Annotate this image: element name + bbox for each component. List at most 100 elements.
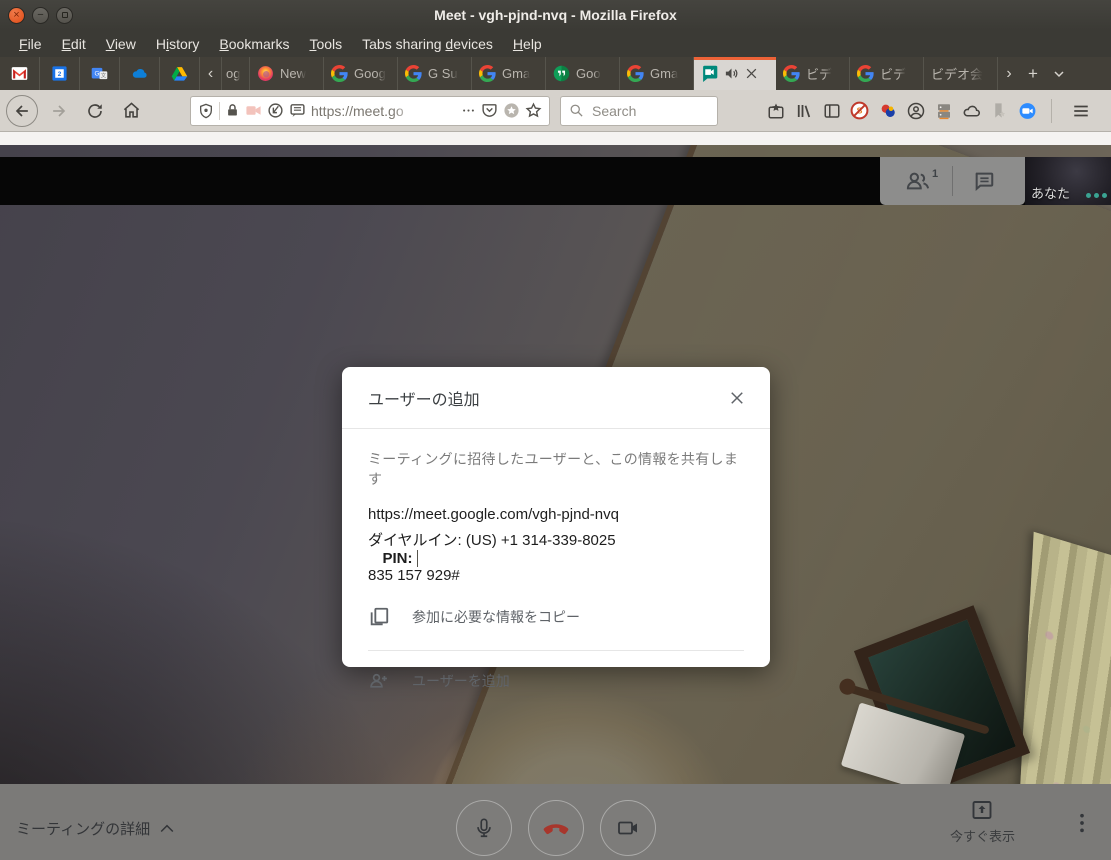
disabled-bookmark-extension-icon[interactable] [990,101,1009,120]
meeting-top-panel: 1 [880,157,1025,205]
tab-meet-active[interactable] [694,57,776,90]
bookmark-star-icon[interactable] [525,102,542,119]
pinned-tab-onedrive[interactable] [120,57,160,90]
self-view-thumbnail[interactable]: あなた [1025,157,1111,205]
forward-button[interactable] [44,96,74,126]
colorful-extension-icon[interactable] [878,101,897,120]
tab-video-1[interactable]: ビデ [776,57,850,90]
menu-history[interactable]: History [147,33,209,55]
camera-button[interactable] [600,800,656,856]
tab-new[interactable]: New [250,57,324,90]
google-icon [405,65,422,82]
sidebar-button[interactable] [822,101,841,120]
participants-button[interactable]: 1 [890,170,952,192]
google-icon [857,65,874,82]
menu-tools[interactable]: Tools [300,33,351,55]
forward-icon [49,101,69,121]
notification-permission-icon[interactable] [289,102,306,119]
tab-gmail-1[interactable]: Gma [472,57,546,90]
new-tab-button[interactable]: + [1020,57,1046,90]
reload-button[interactable] [80,96,110,126]
chevron-up-icon [160,823,174,833]
menu-edit[interactable]: Edit [53,33,95,55]
autoplay-blocked-icon[interactable] [267,102,284,119]
library-button[interactable] [794,101,813,120]
app-menu-button[interactable] [1066,96,1096,126]
home-button[interactable] [116,96,146,126]
cloud-extension-icon[interactable] [962,101,981,120]
zoom-extension-icon[interactable] [1018,101,1037,120]
meeting-bottom-bar: ミーティングの詳細 今すぐ表示 [0,784,1111,860]
search-input[interactable] [590,102,690,120]
tab-overflow[interactable]: og [222,57,250,90]
star-circle-icon[interactable] [503,102,520,119]
search-icon [569,103,584,118]
pinned-tab-translate[interactable]: G文 [80,57,120,90]
tab-audio-playing-icon[interactable] [724,66,739,81]
list-all-tabs-button[interactable] [1046,57,1072,90]
bookmark-badge-button[interactable] [766,101,785,120]
address-bar[interactable]: https://meet.go [190,96,550,126]
menu-view[interactable]: View [97,33,145,55]
lock-icon[interactable] [225,103,240,118]
chat-icon [972,170,996,192]
tab-video-3[interactable]: ビデオ会 [924,57,998,90]
add-users-label: ユーザーを追加 [412,671,510,691]
noscript-extension-icon[interactable]: S [850,101,869,120]
svg-text:2: 2 [58,71,62,78]
dialog-close-button[interactable] [728,389,746,407]
add-users-dialog: ユーザーの追加 ミーティングに招待したユーザーと、この情報を共有します http… [342,367,770,667]
tab-gsuite[interactable]: G Su [398,57,472,90]
tab-hangouts[interactable]: Goo [546,57,620,90]
microphone-button[interactable] [456,800,512,856]
meeting-details-button[interactable]: ミーティングの詳細 [16,818,174,839]
window-maximize-button[interactable] [56,7,73,24]
hang-up-button[interactable] [528,800,584,856]
tab-scroll-right-button[interactable]: › [998,57,1020,90]
onedrive-icon [131,65,148,82]
page-actions-icon[interactable] [461,103,476,118]
tab-close-icon[interactable] [745,67,758,80]
calendar-icon: 2 [51,65,68,82]
search-bar[interactable] [560,96,718,126]
url-text[interactable]: https://meet.go [311,103,419,119]
hamburger-icon [1072,102,1090,120]
present-icon [970,798,994,822]
pinned-tab-drive[interactable] [160,57,200,90]
gmail-icon [11,65,28,82]
meeting-link-text: https://meet.google.com/vgh-pjnd-nvq [368,506,744,523]
copy-icon [368,606,390,628]
menu-tabs-sharing-devices[interactable]: Tabs sharing devices [353,33,502,55]
dial-in-text: ダイヤルイン: (US) +1 314-339-8025 PIN: 835 15… [368,529,744,584]
window-minimize-button[interactable]: − [32,7,49,24]
hang-up-icon [541,813,571,843]
menu-help[interactable]: Help [504,33,551,55]
copy-joining-info-button[interactable]: 参加に必要な情報をコピー [368,606,744,628]
camera-icon [616,816,640,840]
camera-in-use-icon[interactable] [245,102,262,119]
navigation-toolbar: https://meet.go S [0,90,1111,132]
meeting-details-label: ミーティングの詳細 [16,818,150,839]
tab-scroll-left-button[interactable]: ‹ [200,57,222,90]
server-extension-icon[interactable] [934,101,953,120]
back-button[interactable] [6,95,38,127]
tab-video-2[interactable]: ビデ [850,57,924,90]
tab-gmail-2[interactable]: Gma [620,57,694,90]
toolbar-divider [1051,99,1052,123]
google-icon [331,65,348,82]
menu-bookmarks[interactable]: Bookmarks [210,33,298,55]
account-extension-icon[interactable] [906,101,925,120]
more-options-button[interactable] [1075,812,1089,839]
pocket-icon[interactable] [481,102,498,119]
pinned-tab-calendar[interactable]: 2 [40,57,80,90]
present-now-button[interactable]: 今すぐ表示 [950,798,1015,845]
participants-icon [905,170,931,192]
pinned-tab-gmail[interactable] [0,57,40,90]
window-close-button[interactable]: × [8,7,25,24]
self-view-more-icon[interactable] [1086,193,1107,202]
tracking-protection-shield-icon[interactable] [198,103,214,119]
menu-file[interactable]: File [10,33,51,55]
add-users-button[interactable]: ユーザーを追加 [368,651,744,691]
tab-google-1[interactable]: Goog [324,57,398,90]
chat-button[interactable] [953,170,1015,192]
